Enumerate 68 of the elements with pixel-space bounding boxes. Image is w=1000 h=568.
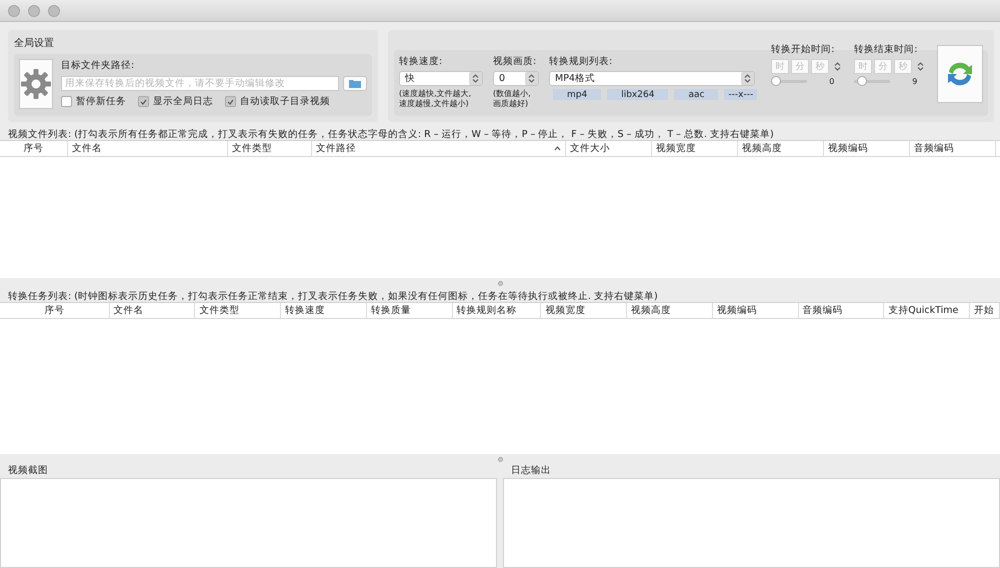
stepper-icon xyxy=(744,74,751,83)
column-header[interactable]: 视频宽度 xyxy=(541,303,628,318)
checkbox-label: 显示全局日志 xyxy=(153,95,213,108)
column-header[interactable]: 转换速度 xyxy=(281,303,367,318)
list-caption: 转换任务列表: (时钟图标表示历史任务，打勾表示任务正常结束，打叉表示任务失败，如果没有任何图标，任务在等待执行或被终止. 支持右键菜单) xyxy=(7,290,659,302)
column-header[interactable]: 支持QuickTime xyxy=(884,303,970,318)
field-label: 转换规则列表: xyxy=(549,55,614,68)
checkbox-label: 暂停新任务 xyxy=(76,95,126,108)
rule-select[interactable]: MP4格式 xyxy=(549,71,755,86)
close-button[interactable] xyxy=(8,4,20,16)
speed-select[interactable]: 快 xyxy=(399,71,483,86)
sort-icon xyxy=(554,146,561,151)
splitter-handle[interactable] xyxy=(498,456,502,462)
list-caption: 视频文件列表: (打勾表示所有任务都正常完成，打叉表示有失败的任务，任务状态字母的含义: R – 运行，W – 等待，P – 停止， F – 失败，S – 成功， T – 总数. 支持右键菜单) xyxy=(7,128,775,140)
column-header[interactable]: 开始 xyxy=(970,303,1000,318)
hint-text: (数值越小, 画质越好) xyxy=(493,89,532,109)
column-header[interactable]: 视频编码 xyxy=(712,303,799,318)
folder-path-field[interactable]: 用来保存转换后的视频文件，请不要手动编辑修改 xyxy=(61,76,339,91)
field-label: 转换结束时间: xyxy=(854,43,918,56)
stepper-icon xyxy=(528,74,535,83)
convert-button[interactable] xyxy=(937,45,984,103)
browse-button[interactable] xyxy=(343,76,367,91)
rule-tag: aac xyxy=(674,89,718,100)
field-label: 转换速度: xyxy=(399,55,444,68)
field-label: 目标文件夹路径: xyxy=(61,59,136,72)
column-header[interactable]: 视频编码 xyxy=(824,141,910,156)
slider-thumb[interactable] xyxy=(771,76,782,86)
stepper-icon xyxy=(917,62,924,71)
check-icon xyxy=(227,98,234,104)
slider-value: 9 xyxy=(912,77,918,86)
slider-thumb[interactable] xyxy=(856,76,867,86)
column-header[interactable]: 文件名 xyxy=(68,141,228,156)
minimize-button[interactable] xyxy=(28,4,40,16)
stepper-icon xyxy=(834,62,842,71)
check-icon xyxy=(140,98,147,104)
gear-icon xyxy=(20,68,52,100)
column-header[interactable]: 文件名 xyxy=(110,303,196,318)
column-header[interactable]: 文件类型 xyxy=(228,141,312,156)
hint-text: (速度越快,文件越大, 速度越慢,文件越小) xyxy=(399,89,472,109)
field-label: 视频画质: xyxy=(493,55,538,68)
field-label: 转换开始时间: xyxy=(771,43,836,56)
column-header[interactable]: 序号 xyxy=(0,141,68,156)
column-header[interactable]: 文件路径 xyxy=(312,141,566,156)
column-header[interactable]: 视频高度 xyxy=(627,303,713,318)
rule-tag: mp4 xyxy=(553,89,602,100)
quality-select[interactable]: 0 xyxy=(493,71,539,86)
checkbox[interactable] xyxy=(61,96,72,107)
checkbox-label: 自动读取子目录视频 xyxy=(240,95,330,108)
folder-icon xyxy=(349,79,361,88)
rule-tag: libx264 xyxy=(607,89,668,100)
column-header[interactable]: 转换质量 xyxy=(366,303,453,318)
column-header[interactable]: 文件大小 xyxy=(566,141,652,156)
column-header[interactable]: 视频高度 xyxy=(738,141,824,156)
splitter-handle[interactable] xyxy=(498,280,502,286)
column-header[interactable]: 转换规则名称 xyxy=(452,303,542,318)
column-header[interactable]: 视频宽度 xyxy=(652,141,738,156)
checkbox[interactable] xyxy=(138,96,149,107)
group-title: 全局设置 xyxy=(14,36,55,50)
column-header[interactable]: 序号 xyxy=(0,303,110,318)
rule-tag: ---x--- xyxy=(724,89,758,100)
stepper-icon xyxy=(472,74,479,83)
checkbox[interactable] xyxy=(225,96,236,107)
slider-value: 0 xyxy=(829,77,834,86)
zoom-button[interactable] xyxy=(48,4,60,16)
settings-button[interactable] xyxy=(19,59,53,109)
column-header[interactable]: 音频编码 xyxy=(910,141,996,156)
column-header[interactable]: 音频编码 xyxy=(798,303,884,318)
column-header[interactable]: 文件类型 xyxy=(195,303,282,318)
